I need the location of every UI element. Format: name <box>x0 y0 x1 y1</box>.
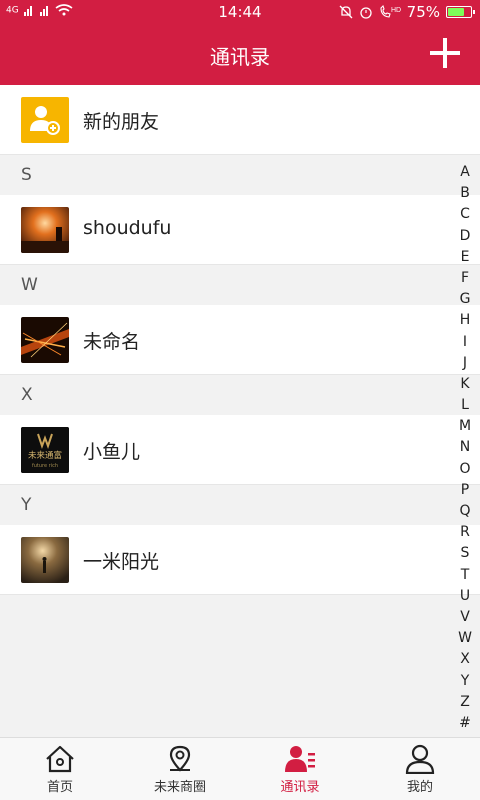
index-letter[interactable]: X <box>460 649 470 670</box>
tab-label: 首页 <box>46 780 73 795</box>
contact-avatar <box>21 537 69 583</box>
new-friends-item[interactable]: 新的朋友 <box>0 85 480 155</box>
tab-label: 未来商圈 <box>153 780 206 795</box>
index-letter[interactable]: O <box>459 459 470 480</box>
index-letter[interactable]: Y <box>461 671 470 692</box>
tab-contacts[interactable]: 通讯录 <box>240 738 360 800</box>
section-letter: X <box>21 385 33 405</box>
index-letter[interactable]: M <box>459 416 471 437</box>
index-letter[interactable]: W <box>458 628 472 649</box>
alarm-icon <box>360 7 372 19</box>
section-header: W <box>0 265 480 305</box>
index-letter[interactable]: V <box>460 607 470 628</box>
contact-item[interactable]: 未来通富 future rich 小鱼儿 <box>0 415 480 485</box>
index-letter[interactable]: R <box>460 522 470 543</box>
app-bar: 通讯录 <box>0 24 480 85</box>
index-letter[interactable]: A <box>460 162 470 183</box>
contact-avatar <box>21 207 69 253</box>
index-letter[interactable]: F <box>461 268 469 289</box>
home-icon <box>46 745 74 773</box>
contact-item[interactable]: 未命名 <box>0 305 480 375</box>
svg-text:HD: HD <box>391 7 401 14</box>
contact-name: 未命名 <box>83 331 141 353</box>
index-letter[interactable]: G <box>460 289 471 310</box>
index-letter[interactable]: K <box>460 374 469 395</box>
contact-name: 小鱼儿 <box>83 441 141 463</box>
battery-fill <box>448 8 464 16</box>
page-title: 通讯录 <box>210 45 270 69</box>
section-header: S <box>0 155 480 195</box>
tab-label: 我的 <box>406 780 433 795</box>
section-letter: Y <box>21 495 32 515</box>
tab-business-circle[interactable]: 未来商圈 <box>120 738 240 800</box>
svg-text:future rich: future rich <box>32 463 58 469</box>
section-letter: S <box>21 165 32 185</box>
index-letter[interactable]: N <box>460 437 470 458</box>
tab-mine[interactable]: 我的 <box>360 738 480 800</box>
index-letter[interactable]: E <box>461 247 470 268</box>
contacts-icon <box>285 746 315 772</box>
contact-avatar: 未来通富 future rich <box>21 427 69 473</box>
index-letter[interactable]: B <box>460 183 470 204</box>
status-icons: HD 75% <box>339 3 475 21</box>
bottom-tab-bar: 首页 未来商圈 通讯录 我的 <box>0 737 480 800</box>
index-letter[interactable]: P <box>461 480 469 501</box>
contact-list: 新的朋友 S shoudufu W 未命名 X 未来通富 future rich… <box>0 85 480 737</box>
section-header: X <box>0 375 480 415</box>
new-friends-label: 新的朋友 <box>83 111 160 133</box>
contact-name: 一米阳光 <box>83 551 160 573</box>
index-letter[interactable]: U <box>460 586 470 607</box>
battery-percent: 75% <box>406 3 440 21</box>
section-header: Y <box>0 485 480 525</box>
contact-item[interactable]: shoudufu <box>0 195 480 265</box>
section-letter: W <box>21 275 38 295</box>
battery-icon <box>446 6 475 18</box>
index-letter[interactable]: S <box>461 543 470 564</box>
index-letter[interactable]: D <box>460 226 471 247</box>
status-bar: 4G 14:44 HD 75% <box>0 0 480 24</box>
contact-avatar <box>21 317 69 363</box>
index-letter[interactable]: L <box>461 395 469 416</box>
index-letter[interactable]: J <box>463 353 467 374</box>
index-letter[interactable]: # <box>459 713 471 734</box>
plus-icon[interactable] <box>430 38 460 68</box>
index-letter[interactable]: T <box>461 565 470 586</box>
add-user-icon <box>21 97 69 143</box>
contact-name: shoudufu <box>83 217 172 239</box>
tab-home[interactable]: 首页 <box>0 738 120 800</box>
svg-text:未来通富: 未来通富 <box>28 450 62 461</box>
index-letter[interactable]: Z <box>460 692 470 713</box>
hd-call-icon: HD <box>380 5 401 18</box>
contact-item[interactable]: 一米阳光 <box>0 525 480 595</box>
index-letter[interactable]: Q <box>459 501 470 522</box>
index-letter[interactable]: H <box>460 310 471 331</box>
tab-label: 通讯录 <box>280 780 320 795</box>
index-letter[interactable]: I <box>463 332 467 353</box>
person-icon <box>405 744 435 774</box>
index-letter[interactable]: C <box>460 204 470 225</box>
mute-bell-icon <box>339 5 353 19</box>
location-pin-icon <box>169 745 191 772</box>
alphabet-index[interactable]: A B C D E F G H I J K L M N O P Q R S T U V W X Y Z # <box>458 162 472 734</box>
